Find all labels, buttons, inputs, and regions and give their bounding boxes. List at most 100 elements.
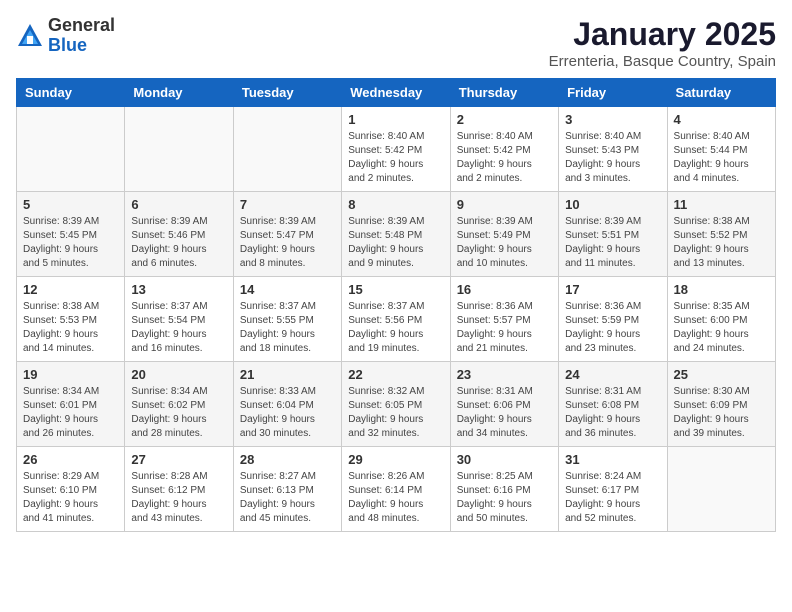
day-info-line: Sunset: 5:59 PM: [565, 315, 639, 326]
day-info-line: Sunrise: 8:39 AM: [457, 216, 533, 227]
day-info-line: Sunset: 5:52 PM: [674, 230, 748, 241]
day-info: Sunrise: 8:34 AM Sunset: 6:02 PM Daylight:…: [131, 385, 226, 441]
calendar-cell: 2Sunrise: 8:40 AMSunset: 5:42 PMDaylight…: [450, 107, 558, 192]
day-number: 13: [131, 282, 226, 297]
day-info: Sunrise: 8:27 AMSunset: 6:13 PMDaylight:…: [240, 470, 335, 526]
day-info-line: Daylight: 9 hours: [457, 499, 532, 510]
day-info: Sunrise: 8:25 AMSunset: 6:16 PMDaylight:…: [457, 470, 552, 526]
calendar-cell: 3Sunrise: 8:40 AMSunset: 5:43 PMDaylight…: [559, 107, 667, 192]
calendar-cell: 11 Sunrise: 8:38 AM Sunset: 5:52 PM Dayligh…: [667, 192, 775, 277]
calendar-cell: 10 Sunrise: 8:39 AMSunset: 5:51 PMDayligh…: [559, 192, 667, 277]
day-info-line: Daylight: 9 hours: [565, 414, 640, 425]
header: General Blue January 2025 Errenteria, Ba…: [16, 16, 776, 70]
calendar-cell: 18Sunrise: 8:35 AMSunset: 6:00 PMDayligh…: [667, 277, 775, 362]
day-info-line: Daylight: 9 hours: [131, 499, 206, 510]
day-info-line: and 16 minutes.: [131, 343, 202, 354]
day-number: 27: [131, 452, 226, 467]
day-info-line: Sunset: 6:17 PM: [565, 485, 639, 496]
day-info-line: Sunset: 5:56 PM: [348, 315, 422, 326]
day-info-line: Daylight: 9 hours: [348, 414, 423, 425]
day-info-line: Daylight: 9 hours: [23, 499, 98, 510]
day-number: 11: [674, 197, 769, 212]
day-info: Sunrise: 8:37 AMSunset: 5:54 PMDaylight:…: [131, 300, 226, 356]
day-info-line: and 36 minutes.: [565, 428, 636, 439]
day-info: Sunrise: 8:37 AMSunset: 5:56 PMDaylight:…: [348, 300, 443, 356]
day-info-line: Sunrise: 8:28 AM: [131, 471, 207, 482]
day-number: 15: [348, 282, 443, 297]
day-info-line: Daylight: 9 hours: [674, 244, 749, 255]
day-info: Sunrise: 8:31 AMSunset: 6:08 PMDaylight:…: [565, 385, 660, 441]
day-number: 28: [240, 452, 335, 467]
day-number: 19: [23, 367, 118, 382]
day-info-line: Daylight: 9 hours: [23, 414, 98, 425]
day-info-line: and 8 minutes.: [240, 258, 306, 269]
day-info-line: Sunset: 5:54 PM: [131, 315, 205, 326]
day-info-line: Daylight: 9 hours: [348, 159, 423, 170]
day-info-line: Sunset: 5:46 PM: [131, 230, 205, 241]
day-info-line: Sunset: 6:08 PM: [565, 400, 639, 411]
day-info-line: Daylight: 9 hours: [457, 329, 532, 340]
day-number: 24: [565, 367, 660, 382]
calendar-cell: [233, 107, 341, 192]
day-info-line: Daylight: 9 hours: [565, 244, 640, 255]
day-info-line: Sunrise: 8:27 AM: [240, 471, 316, 482]
day-info-line: Sunrise: 8:32 AM: [348, 386, 424, 397]
day-info-line: Sunrise: 8:40 AM: [348, 131, 424, 142]
day-info-line: and 52 minutes.: [565, 513, 636, 524]
calendar-body: 1Sunrise: 8:40 AMSunset: 5:42 PMDaylight…: [17, 107, 776, 532]
day-info: Sunrise: 8:38 AM Sunset: 5:52 PM Daylight:…: [674, 215, 769, 271]
day-info: Sunrise: 8:40 AMSunset: 5:42 PMDaylight:…: [348, 130, 443, 186]
day-info-line: Sunrise: 8:34 AM: [131, 386, 207, 397]
day-info-line: Daylight: 9 hours: [240, 414, 315, 425]
day-info-line: Sunset: 6:10 PM: [23, 485, 97, 496]
calendar-cell: 1Sunrise: 8:40 AMSunset: 5:42 PMDaylight…: [342, 107, 450, 192]
day-number: 16: [457, 282, 552, 297]
day-info-line: and 9 minutes.: [348, 258, 414, 269]
calendar-cell: 23 Sunrise: 8:31 AMSunset: 6:06 PMDayligh…: [450, 362, 558, 447]
day-info-line: Sunrise: 8:39 AM: [348, 216, 424, 227]
day-info-line: Sunset: 5:51 PM: [565, 230, 639, 241]
day-info-line: and 4 minutes.: [674, 173, 740, 184]
day-number: 10: [565, 197, 660, 212]
day-info: Sunrise: 8:31 AMSunset: 6:06 PMDaylight:…: [457, 385, 552, 441]
calendar-cell: 9Sunrise: 8:39 AMSunset: 5:49 PMDaylight…: [450, 192, 558, 277]
day-info-line: Daylight: 9 hours: [240, 499, 315, 510]
day-info-line: and 39 minutes.: [674, 428, 745, 439]
calendar-cell: 14Sunrise: 8:37 AMSunset: 5:55 PMDayligh…: [233, 277, 341, 362]
day-number: 22: [348, 367, 443, 382]
day-info-line: Sunrise: 8:35 AM: [674, 301, 750, 312]
day-info-line: Sunrise: 8:25 AM: [457, 471, 533, 482]
day-info-line: Sunrise: 8:36 AM: [565, 301, 641, 312]
day-number: 23: [457, 367, 552, 382]
day-info-line: Sunrise: 8:40 AM: [674, 131, 750, 142]
day-number: 18: [674, 282, 769, 297]
calendar-week-row: 12Sunrise: 8:38 AMSunset: 5:53 PMDayligh…: [17, 277, 776, 362]
day-info: Sunrise: 8:37 AMSunset: 5:55 PMDaylight:…: [240, 300, 335, 356]
day-info-line: Sunset: 6:01 PM: [23, 400, 97, 411]
day-info-line: Daylight: 9 hours: [23, 244, 98, 255]
day-info-line: Daylight: 9 hours: [348, 499, 423, 510]
day-number: 17: [565, 282, 660, 297]
day-info-line: Sunrise: 8:36 AM: [457, 301, 533, 312]
day-number: 9: [457, 197, 552, 212]
day-info-line: Daylight: 9 hours: [23, 329, 98, 340]
weekday-header: Wednesday: [342, 79, 450, 107]
day-info-line: and 50 minutes.: [457, 513, 528, 524]
calendar-cell: 20Sunrise: 8:34 AMSunset: 6:02 PMDayligh…: [125, 362, 233, 447]
day-info-line: Sunset: 6:02 PM: [131, 400, 205, 411]
day-info-line: and 26 minutes.: [23, 428, 94, 439]
day-info-line: Sunset: 6:04 PM: [240, 400, 314, 411]
day-info-line: and 23 minutes.: [565, 343, 636, 354]
calendar-cell: 30Sunrise: 8:25 AMSunset: 6:16 PMDayligh…: [450, 447, 558, 532]
day-info: Sunrise: 8:36 AMSunset: 5:57 PMDaylight:…: [457, 300, 552, 356]
day-info-line: Sunrise: 8:33 AM: [240, 386, 316, 397]
day-info-line: and 18 minutes.: [240, 343, 311, 354]
day-info-line: and 43 minutes.: [131, 513, 202, 524]
day-info-line: and 14 minutes.: [23, 343, 94, 354]
day-info-line: Sunrise: 8:38 AM: [674, 216, 750, 227]
day-info: Sunrise: 8:30 AMSunset: 6:09 PMDaylight:…: [674, 385, 769, 441]
day-info-line: Daylight: 9 hours: [131, 414, 206, 425]
day-info-line: and 2 minutes.: [348, 173, 414, 184]
calendar-cell: 19Sunrise: 8:34 AMSunset: 6:01 PMDayligh…: [17, 362, 125, 447]
day-info: Sunrise: 8:39 AMSunset: 5:51 PMDaylight:…: [565, 215, 660, 271]
